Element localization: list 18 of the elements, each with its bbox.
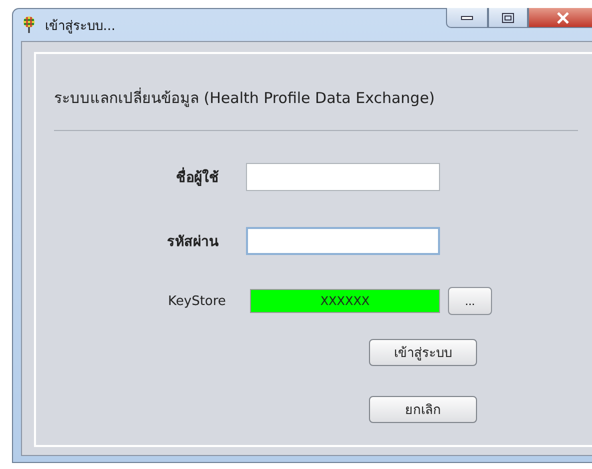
login-button[interactable]: เข้าสู่ระบบ (369, 339, 477, 366)
window-title: เข้าสู่ระบบ... (45, 18, 116, 36)
password-field[interactable] (246, 227, 440, 255)
minimize-icon (461, 14, 473, 20)
keystore-field: XXXXXX (250, 289, 440, 313)
close-icon (556, 12, 570, 24)
minimize-button[interactable] (446, 8, 488, 28)
maximize-icon (502, 12, 514, 22)
cancel-button[interactable]: ยกเลิก (369, 396, 477, 423)
field-label: ชื่อผู้ใช้ (54, 166, 246, 188)
close-button[interactable] (528, 8, 592, 28)
maximize-button[interactable] (488, 8, 528, 28)
field-label: KeyStore (167, 294, 227, 308)
username-field[interactable] (246, 163, 440, 191)
app-icon (21, 16, 37, 34)
form-heading: ระบบแลกเปลี่ยนข้อมูล (Health Profile Data Exchange) (54, 86, 436, 109)
field-label: รหัสผ่าน (166, 233, 220, 252)
browse-button[interactable]: ... (448, 287, 492, 315)
